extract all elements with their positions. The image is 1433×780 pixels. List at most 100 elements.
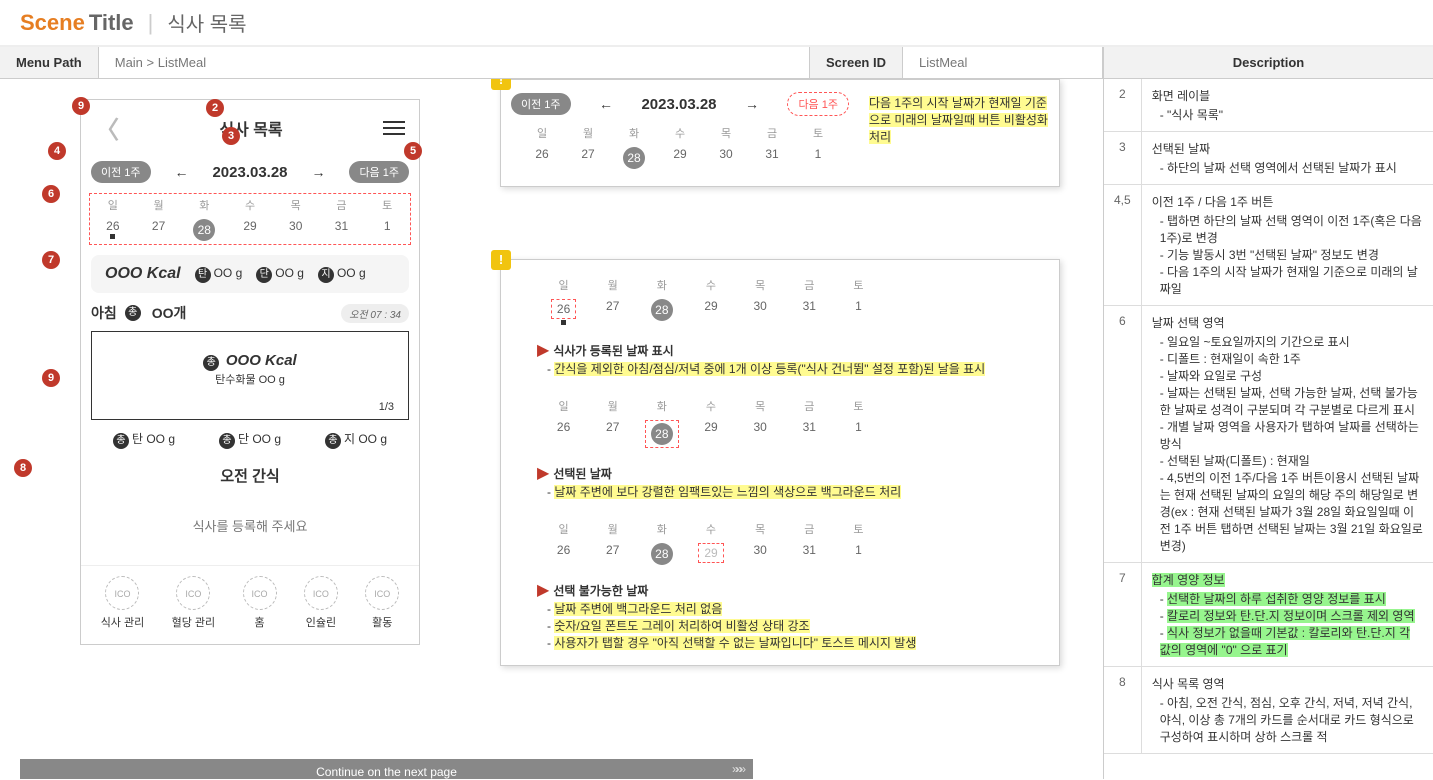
prev-arrow-icon[interactable]: ← (171, 164, 193, 180)
meal-count: OO개 (152, 303, 187, 323)
next-arrow-icon[interactable]: → (307, 164, 329, 180)
count-badge: 총 (125, 305, 141, 321)
description-header: Description (1103, 47, 1433, 78)
meal-sub: 탄수화물 OO g (106, 371, 394, 387)
week-selector: 일 월 화 수 목 금 토 26 27 28 29 30 31 1 (89, 193, 411, 245)
arrow-icon: ▶ (537, 465, 549, 482)
screen-id-value: ListMeal (903, 47, 1103, 78)
nav-item-insulin[interactable]: ICO인슐린 (304, 576, 338, 630)
desc-content: 선택된 날짜하단의 날짜 선택 영역에서 선택된 날짜가 표시 (1141, 132, 1433, 185)
prev-week-button[interactable]: 이전 1주 (91, 161, 151, 183)
pagination: 1/3 (106, 401, 394, 413)
desc-num: 6 (1104, 306, 1141, 563)
nav-icon: ICO (304, 576, 338, 610)
date-cell[interactable]: 30 (273, 216, 319, 244)
screen-id-label: Screen ID (810, 47, 903, 78)
scene-label: Scene (20, 10, 85, 36)
meal-image-placeholder[interactable]: 총 OOO Kcal 탄수화물 OO g 1/3 (91, 331, 409, 420)
next-week-button[interactable]: 다음 1주 (349, 161, 409, 183)
desc-num: 4,5 (1104, 185, 1141, 306)
marker-8: 8 (14, 459, 32, 477)
back-icon[interactable]: 〈 (95, 110, 119, 145)
dow-cell: 금 (319, 194, 365, 216)
menu-icon[interactable] (383, 121, 405, 135)
desc-num: 3 (1104, 132, 1141, 185)
desc-num: 7 (1104, 563, 1141, 667)
nav-item-glucose[interactable]: ICO혈당 관리 (172, 576, 216, 630)
page-header: Scene Title | 식사 목록 (0, 0, 1433, 47)
marker-7: 7 (42, 251, 60, 269)
date-cell[interactable]: 27 (136, 216, 182, 244)
meta-bar: Menu Path Main > ListMeal Screen ID List… (0, 47, 1433, 79)
wireframe-canvas: 9 2 3 4 5 6 7 8 9 〈 식사 목록 이전 1주 ← 2023.0… (0, 79, 1103, 779)
menu-path-value: Main > ListMeal (99, 47, 810, 78)
snack-title: 오전 간식 (91, 465, 409, 486)
phone-mockup: 〈 식사 목록 이전 1주 ← 2023.03.28 → 다음 1주 일 월 화… (80, 99, 420, 645)
marker-9: 9 (72, 97, 90, 115)
nav-icon: ICO (105, 576, 139, 610)
description-table: 2화면 레이블"식사 목록"3선택된 날짜하단의 날짜 선택 영역에서 선택된 … (1104, 79, 1433, 754)
protein-badge: 단 (256, 267, 272, 283)
desc-content: 식사 목록 영역아침, 오전 간식, 점심, 오후 간식, 저녁, 저녁 간식,… (1141, 667, 1433, 754)
callout-next-week: ! 이전 1주 ← 2023.03.28 → 다음 1주 일월화수목금토 262… (500, 79, 1060, 187)
prev-week-button[interactable]: 이전 1주 (511, 93, 571, 115)
description-panel: 2화면 레이블"식사 목록"3선택된 날짜하단의 날짜 선택 영역에서 선택된 … (1103, 79, 1433, 779)
marker-2: 2 (206, 99, 224, 117)
date-cell[interactable]: 29 (227, 216, 273, 244)
marker-3: 3 (222, 127, 240, 145)
macro-row: 총탄 OO g 총단 OO g 총지 OO g (91, 430, 409, 449)
nav-item-activity[interactable]: ICO활동 (365, 576, 399, 630)
meal-card: 아침 총 OO개 오전 07 : 34 총 OOO Kcal 탄수화물 OO g… (91, 303, 409, 535)
dow-cell: 화 (181, 194, 227, 216)
desc-content: 이전 1주 / 다음 1주 버튼탭하면 하단의 날짜 선택 영역이 이전 1주(… (1141, 185, 1433, 306)
meal-time: 오전 07 : 34 (341, 304, 409, 323)
menu-path-label: Menu Path (0, 47, 99, 78)
desc-content: 합계 영양 정보선택한 날짜의 하루 섭취한 영양 정보를 표시칼로리 정보와 … (1141, 563, 1433, 667)
alert-icon: ! (491, 79, 511, 90)
nav-icon: ICO (365, 576, 399, 610)
nav-icon: ICO (243, 576, 277, 610)
alert-icon: ! (491, 250, 511, 270)
date-cell[interactable]: 31 (319, 216, 365, 244)
dow-row: 일 월 화 수 목 금 토 (90, 194, 410, 216)
register-prompt: 식사를 등록해 주세요 (91, 516, 409, 535)
dow-cell: 일 (90, 194, 136, 216)
date-cell-selected[interactable]: 28 (181, 216, 227, 244)
callout-date-states: ! 일월화수목금토 2627282930311 ▶식사가 등록된 날짜 표시 간… (500, 259, 1060, 666)
arrow-icon: ▶ (537, 342, 549, 359)
continue-bar: Continue on the next page»»» (20, 759, 753, 779)
arrow-icon: ▶ (537, 582, 549, 599)
nav-item-home[interactable]: ICO홈 (243, 576, 277, 630)
callout-note: 다음 1주의 시작 날짜가 현재일 기준으로 미래의 날짜일때 버튼 비활성화 … (869, 96, 1048, 144)
marker-6: 6 (42, 185, 60, 203)
marker-5: 5 (404, 142, 422, 160)
carb-badge: 탄 (195, 267, 211, 283)
marker-4: 4 (48, 142, 66, 160)
kcal-total: OOO Kcal (105, 265, 181, 283)
current-date: 2023.03.28 (212, 164, 287, 181)
chevron-right-icon: »»» (732, 762, 743, 776)
nav-item-meal[interactable]: ICO식사 관리 (101, 576, 145, 630)
dow-cell: 목 (273, 194, 319, 216)
nav-icon: ICO (176, 576, 210, 610)
dow-cell: 월 (136, 194, 182, 216)
nutrition-summary: OOO Kcal 탄OO g 단OO g 지OO g (91, 255, 409, 293)
desc-num: 2 (1104, 79, 1141, 132)
marker-9b: 9 (42, 369, 60, 387)
separator: | (148, 10, 154, 36)
desc-content: 날짜 선택 영역일요일 ~토요일까지의 기간으로 표시디폴트 : 현재일이 속한… (1141, 306, 1433, 563)
page-title: 식사 목록 (167, 8, 246, 37)
date-cell[interactable]: 26 (90, 216, 136, 244)
desc-content: 화면 레이블"식사 목록" (1141, 79, 1433, 132)
fat-badge: 지 (318, 267, 334, 283)
bottom-nav: ICO식사 관리 ICO혈당 관리 ICO홈 ICO인슐린 ICO활동 (81, 565, 419, 644)
dow-cell: 수 (227, 194, 273, 216)
desc-num: 8 (1104, 667, 1141, 754)
meal-name: 아침 (91, 303, 117, 323)
dow-cell: 토 (364, 194, 410, 216)
next-week-disabled: 다음 1주 (787, 92, 849, 116)
date-cell[interactable]: 1 (364, 216, 410, 244)
week-nav: 이전 1주 ← 2023.03.28 → 다음 1주 (81, 155, 419, 189)
date-row: 26 27 28 29 30 31 1 (90, 216, 410, 244)
title-label: Title (89, 10, 134, 36)
